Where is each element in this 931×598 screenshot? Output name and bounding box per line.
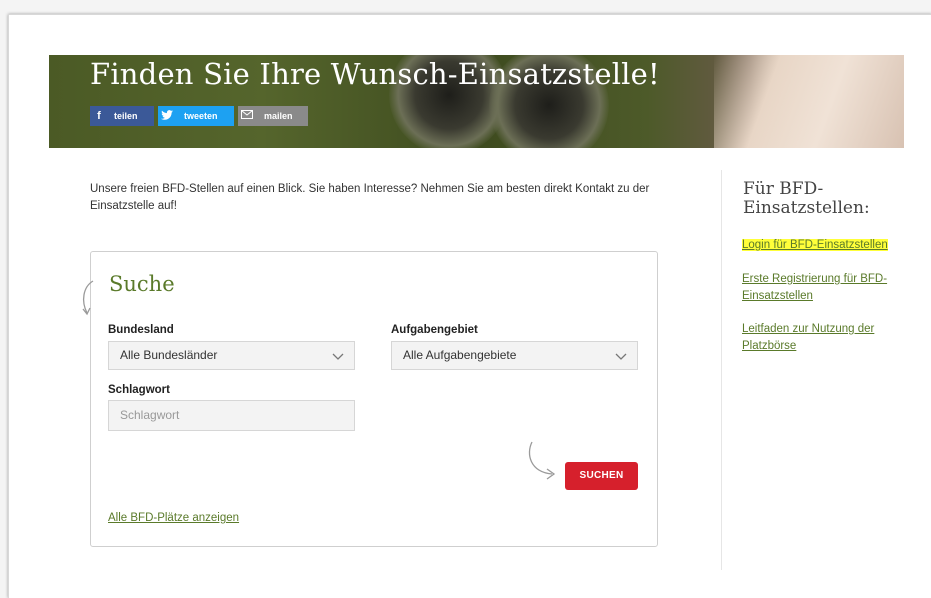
hero-image-hand — [714, 55, 904, 148]
bundesland-select-value: Alle Bundesländer — [120, 348, 218, 362]
search-card — [90, 251, 658, 547]
schlagwort-input[interactable]: Schlagwort — [108, 400, 355, 431]
share-twitter-label: tweeten — [184, 111, 218, 121]
login-link[interactable]: Login für BFD-Einsatzstellen — [742, 237, 888, 254]
schlagwort-label: Schlagwort — [108, 384, 170, 396]
aufgabengebiet-select[interactable]: Alle Aufgabengebiete — [391, 341, 638, 370]
facebook-icon: f — [97, 110, 101, 122]
all-places-link[interactable]: Alle BFD-Plätze anzeigen — [108, 512, 239, 524]
page-title: Finden Sie Ihre Wunsch-Einsatzstelle! — [90, 57, 660, 91]
aufgabengebiet-label: Aufgabengebiet — [391, 324, 478, 336]
bundesland-select[interactable]: Alle Bundesländer — [108, 341, 355, 370]
intro-text: Unsere freien BFD-Stellen auf einen Blic… — [90, 183, 650, 212]
twitter-icon — [158, 109, 176, 123]
chevron-down-icon — [332, 353, 344, 360]
registration-link[interactable]: Erste Registrierung für BFD-Einsatzstell… — [742, 271, 902, 305]
login-link-label: Login für BFD-Einsatzstellen — [742, 239, 888, 251]
guide-link[interactable]: Leitfaden zur Nutzung der Platzbörse — [742, 321, 902, 355]
share-mail-label: mailen — [264, 111, 293, 121]
share-facebook-label: teilen — [114, 111, 138, 121]
aufgabengebiet-select-value: Alle Aufgabengebiete — [403, 348, 517, 362]
curved-arrow-icon — [82, 280, 94, 316]
chevron-down-icon — [615, 353, 627, 360]
bundesland-label: Bundesland — [108, 324, 174, 336]
sidebar-title: Für BFD-Einsatzstellen: — [743, 179, 870, 218]
share-mail-button[interactable]: mailen — [238, 106, 308, 126]
mail-icon — [238, 110, 256, 122]
curved-arrow-icon — [528, 441, 556, 480]
sidebar-divider — [721, 170, 722, 570]
search-button[interactable]: SUCHEN — [565, 462, 638, 490]
search-title: Suche — [109, 272, 175, 296]
share-twitter-button[interactable]: tweeten — [158, 106, 234, 126]
share-facebook-button[interactable]: f teilen — [90, 106, 154, 126]
